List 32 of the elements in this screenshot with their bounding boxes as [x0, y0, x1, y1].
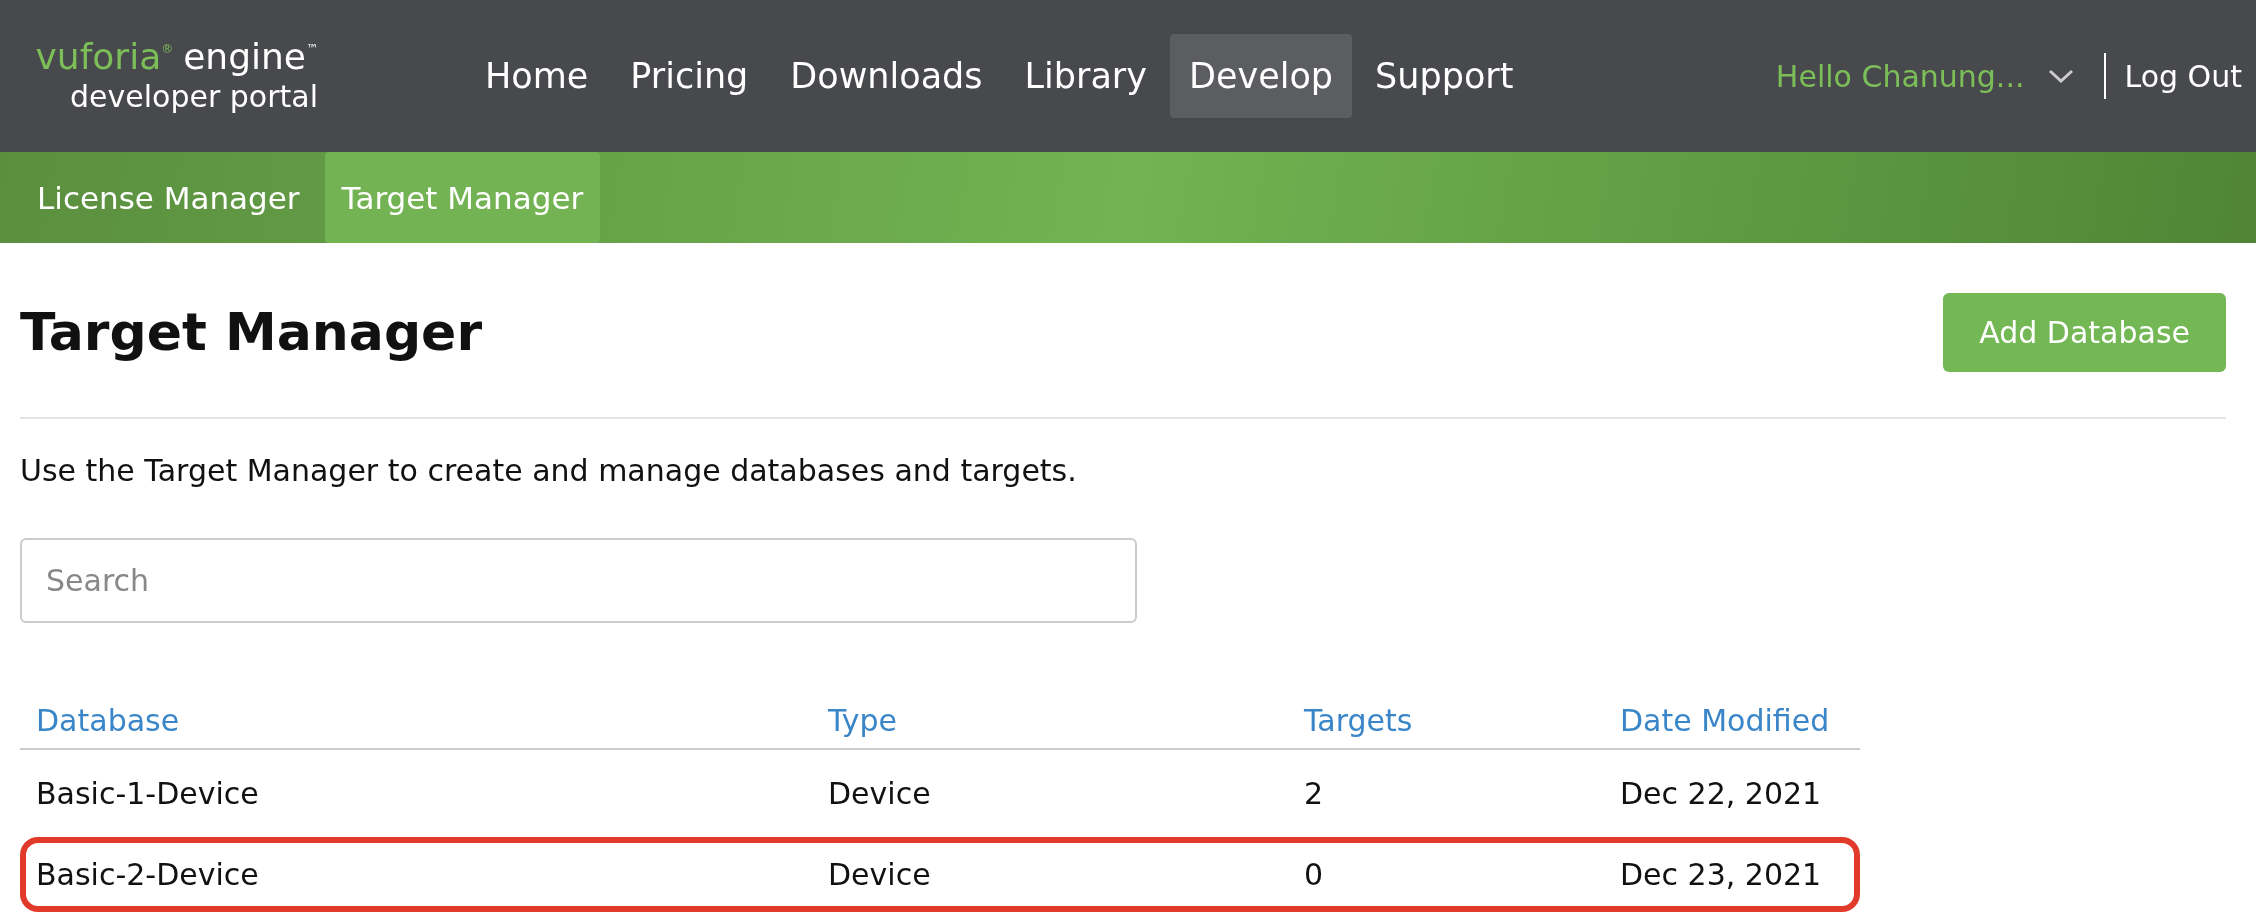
page-title: Target Manager	[20, 302, 483, 362]
logo-mark: ™	[306, 42, 318, 55]
chevron-down-icon[interactable]	[2048, 69, 2075, 83]
search-field[interactable]: Search	[20, 538, 1137, 623]
logout-link[interactable]: Log Out	[2124, 58, 2242, 94]
logo-subtitle: developer portal	[70, 78, 318, 114]
table-cell: 0	[1304, 857, 1324, 892]
nav-link[interactable]: Pricing	[611, 34, 768, 118]
table-cell: Dec 23, 2021	[1620, 857, 1822, 892]
table-cell: Device	[828, 857, 931, 892]
nav-link[interactable]: Support	[1356, 34, 1533, 118]
logo-brand: vuforia	[35, 38, 162, 75]
table-cell: Basic-1-Device	[36, 776, 259, 811]
subnav-tab[interactable]: Target Manager	[324, 152, 601, 243]
add-database-button[interactable]: Add Database	[1943, 292, 2226, 372]
table-cell: Basic-2-Device	[36, 857, 259, 892]
column-header[interactable]: Date Modified	[1620, 703, 1830, 738]
column-header[interactable]: Targets	[1304, 703, 1413, 738]
nav-link[interactable]: Home	[466, 34, 608, 118]
page-description: Use the Target Manager to create and manage databases and targets.	[20, 453, 1078, 488]
table-cell: Device	[828, 776, 931, 811]
user-menu-link[interactable]: Hello Chanung...	[1775, 58, 2025, 94]
nav-link[interactable]: Downloads	[771, 34, 1002, 118]
subnav-tab[interactable]: License Manager	[20, 152, 317, 243]
logo-product: engine	[183, 38, 306, 75]
table-cell: 2	[1304, 776, 1324, 811]
nav-link[interactable]: Develop	[1169, 34, 1353, 118]
column-header[interactable]: Database	[36, 703, 180, 738]
nav-link[interactable]: Library	[1005, 34, 1166, 118]
logo-mark: ®	[161, 42, 174, 55]
table-cell: Dec 22, 2021	[1620, 776, 1822, 811]
column-header[interactable]: Type	[828, 703, 897, 738]
